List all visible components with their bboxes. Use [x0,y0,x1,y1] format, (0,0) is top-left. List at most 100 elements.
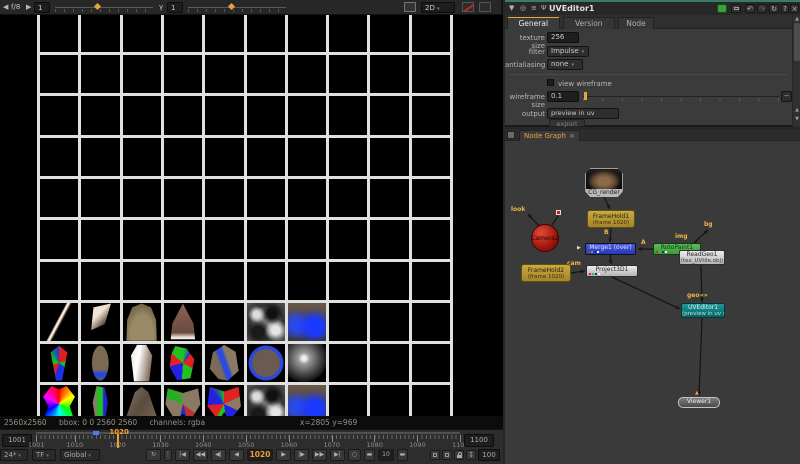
view-mode-dropdown[interactable]: 2D ▾ [421,2,455,13]
playback-speed-field[interactable]: 100 [478,449,500,461]
project3d1-node[interactable]: Project3D1 [586,265,638,277]
close-icon[interactable]: × [569,132,575,140]
loop-button[interactable]: ↻ [146,449,161,461]
timeline-range-icon[interactable] [442,450,452,460]
animation-curve-icon[interactable]: ~ [781,91,792,102]
square-icon [433,453,437,457]
step-back-button[interactable]: ◀| [211,449,226,461]
wireframe-slider-thumb[interactable] [584,92,587,100]
lock-range-icon[interactable] [454,450,464,460]
redo-button[interactable]: ↷ [757,4,767,13]
help-button[interactable]: ? [781,4,789,13]
step-forward-button[interactable]: |▶ [294,449,309,461]
goto-start-button[interactable]: |◀ [175,449,190,461]
antialiasing-dropdown[interactable]: none▾ [547,59,583,70]
frame-increment-field[interactable]: 10 [378,449,394,461]
uveditor1-node[interactable]: UVEditor1(preview in uv space) [681,303,725,318]
filter-dropdown[interactable]: Impulse▾ [547,46,589,57]
framehold2-node[interactable]: FrameHold2(frame 1020) [521,264,571,282]
node-tree-icon[interactable]: Ψ [541,3,547,14]
range-mode-dropdown[interactable]: Global▾ [60,449,100,461]
store-settings-icon[interactable]: ≡ [531,3,537,14]
fps-value: 24* [4,451,16,459]
undo-button[interactable]: ↶ [745,4,755,13]
camera2-node[interactable]: Camera2 [531,224,559,252]
viewport-layout-icon[interactable] [404,2,416,12]
panel-menu-icon[interactable]: ▼ [509,3,514,14]
tab-node-graph[interactable]: Node Graph× [519,130,580,141]
node-sublabel: (preview in uv space) [682,311,724,317]
texture-size-field[interactable]: 256 [547,32,579,43]
wireframe-size-slider[interactable] [583,96,779,97]
scroll-down-icon[interactable]: ▼ [793,116,800,122]
fullscreen-icon[interactable] [731,4,741,13]
scroll-up-icon[interactable]: ▲ [793,16,800,22]
ruler-frame-label: 1010 [67,441,84,449]
tab-version[interactable]: Version [563,17,616,29]
channel-chips [588,251,599,253]
fps-dropdown[interactable]: 24*▾ [0,449,28,461]
scrollbar-thumb[interactable] [794,23,800,61]
framehold1-node[interactable]: FrameHold1(frame 1020) [587,210,635,228]
view-wireframe-checkbox[interactable] [547,79,554,86]
play-forward-button[interactable]: ▶ [276,449,291,461]
ruler-frame-label: 1030 [152,441,169,449]
gain-slider-ticks [55,9,153,12]
node-name-field[interactable]: UVEditor1 [549,3,594,14]
viewer1-node[interactable]: Viewer1 [678,397,720,408]
gain-next-button[interactable]: ▶ [26,2,31,13]
ruler-frame-label: 1070 [324,441,341,449]
stop-button[interactable]: ○ [348,449,361,461]
import-range-icon[interactable]: ↧ [466,450,476,460]
postage-stamp-toggle[interactable] [717,4,727,13]
revert-button[interactable]: ↻ [769,4,779,13]
nuke-application-window: ◀ f/8 ▶ 1 γ 1 2D ▾ 2560x2560 bbox: 0 0 2… [0,0,800,464]
pane-menu-icon[interactable] [507,131,515,139]
play-backward-button[interactable]: ◀ [229,449,244,461]
node-label: UVEditor1 [682,304,724,311]
ruler-ticks [36,435,460,439]
node-sublabel: (frame 1020) [588,220,634,226]
current-frame-field[interactable]: 1020 [247,449,273,461]
gamma-value-field[interactable]: 1 [167,2,183,13]
grid-line-vertical [367,15,370,416]
channel-chip [598,273,600,275]
viewer-settings-icon[interactable] [479,2,491,12]
readgeo1-node[interactable]: ReadGeo1(tex_UVtile.obj) [679,250,725,265]
bounce-button[interactable]: ⋮ [164,449,172,461]
timeline-view-icon[interactable] [430,450,440,460]
increment-back-button[interactable]: ▬ [364,449,375,461]
increment-forward-button[interactable]: ▬ [397,449,408,461]
cg-render-node[interactable]: CG_render [585,168,623,197]
properties-scrollbar[interactable]: ▲ ▲ ▼ [792,15,800,127]
goto-end-button[interactable]: ▶| [330,449,345,461]
merge1-node[interactable]: Merge1 (over) [585,243,636,255]
proxy-toggle-icon[interactable] [462,2,474,12]
grid-line-vertical [161,15,164,416]
section-divider [509,74,787,75]
gain-prev-button[interactable]: ◀ [3,2,8,13]
uv-viewport[interactable] [0,15,503,416]
prev-keyframe-button[interactable]: ◀◀ [193,449,208,461]
gamma-slider[interactable] [188,7,286,8]
gain-value-field[interactable]: 1 [34,2,50,13]
frame-display-mode-dropdown[interactable]: TF▾ [32,449,56,461]
scroll-up-icon[interactable]: ▲ [793,107,800,113]
next-keyframe-button[interactable]: ▶▶ [312,449,327,461]
timeline-bar: 1001 10011010102010301040105010601070108… [0,429,503,464]
playhead-marker[interactable] [117,434,119,448]
timeline-ruler[interactable]: 1001101010201030104010501060107010801090… [36,435,460,448]
wireframe-size-field[interactable]: 0.1 [547,91,579,102]
gain-slider[interactable] [55,7,153,8]
tab-node[interactable]: Node [618,17,654,29]
udim-tile-texture-wingsrgb [205,385,243,416]
channel-chip [659,251,661,253]
range-end-field[interactable]: 1100 [464,434,494,447]
center-node-icon[interactable]: ◎ [520,3,526,14]
close-panel-button[interactable]: × [790,4,799,13]
tab-general[interactable]: General [507,17,560,29]
udim-tile-texture-moth [40,385,78,416]
export-button[interactable]: export [549,119,585,127]
node-graph-canvas[interactable]: BAcamlookbgimggeo«»▲▶CG_renderFrameHold1… [505,141,800,464]
output-dropdown[interactable]: preview in uv space▾ [547,108,619,119]
